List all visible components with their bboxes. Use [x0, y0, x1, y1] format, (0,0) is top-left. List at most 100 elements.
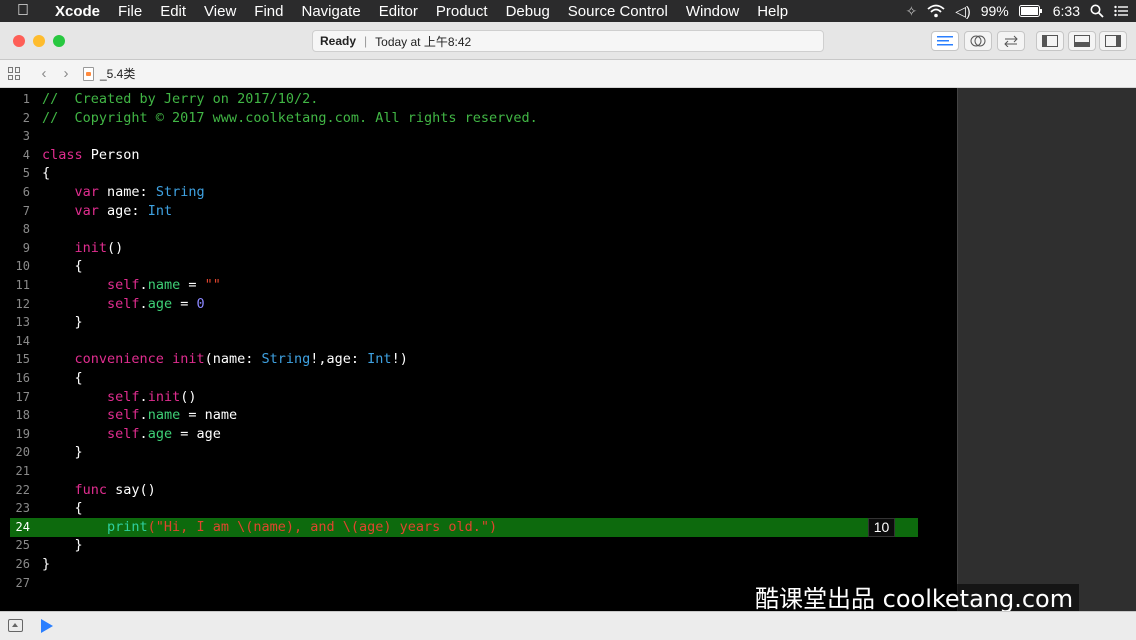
code-line[interactable]: 3: [0, 127, 957, 146]
code-line[interactable]: 15 convenience init(name: String!,age: I…: [0, 350, 957, 369]
code-text: convenience init(name: String!,age: Int!…: [42, 350, 408, 369]
close-window-button[interactable]: [13, 35, 25, 47]
code-line[interactable]: 16 {: [0, 369, 957, 388]
back-chevron-icon[interactable]: ‹: [33, 65, 55, 82]
menu-debug[interactable]: Debug: [497, 3, 559, 20]
code-text: class Person: [42, 146, 140, 165]
code-token: Int: [367, 351, 392, 368]
line-number: 21: [15, 464, 30, 478]
battery-icon[interactable]: [1018, 5, 1043, 17]
build-timestamp: Today at 上午8:42: [375, 34, 472, 49]
menu-file[interactable]: File: [109, 3, 151, 20]
menubar:  Xcode File Edit View Find Navigate Edi…: [0, 0, 1136, 22]
forward-chevron-icon[interactable]: ›: [55, 65, 77, 82]
code-line[interactable]: 1 // Created by Jerry on 2017/10/2.: [0, 90, 957, 109]
menu-navigate[interactable]: Navigate: [292, 3, 369, 20]
breadcrumb-file[interactable]: _5.4类: [83, 65, 135, 82]
code-line[interactable]: 22 func say(): [0, 481, 957, 500]
menu-product[interactable]: Product: [427, 3, 497, 20]
code-line[interactable]: 4 class Person: [0, 146, 957, 165]
code-line[interactable]: 21: [0, 462, 957, 481]
hide-debug-area-icon[interactable]: [8, 619, 23, 632]
swift-file-icon: [83, 66, 94, 81]
menu-source-control[interactable]: Source Control: [559, 3, 677, 20]
wifi-icon[interactable]: [927, 4, 945, 18]
line-number: 15: [15, 352, 30, 367]
spotlight-search-icon[interactable]: [1090, 4, 1104, 18]
code-line[interactable]: 18 self.name = name: [0, 406, 957, 425]
clock[interactable]: 6:33: [1053, 3, 1080, 19]
code-line[interactable]: 26}: [0, 555, 957, 574]
standard-editor-button[interactable]: [931, 31, 959, 51]
run-playground-icon[interactable]: [41, 619, 53, 633]
standard-editor-icon: [937, 36, 953, 46]
code-token: (name:: [204, 351, 262, 368]
code-line[interactable]: 6 var name: String: [0, 183, 957, 202]
code-line[interactable]: 8: [0, 220, 957, 239]
code-line[interactable]: 9 init(): [0, 239, 957, 258]
code-token: =: [180, 277, 205, 293]
battery-percent: 99%: [980, 3, 1009, 19]
code-token: var: [74, 202, 99, 219]
assistant-editor-button[interactable]: [964, 31, 992, 51]
code-line[interactable]: 20 }: [0, 443, 957, 462]
menu-edit[interactable]: Edit: [151, 3, 195, 20]
menu-editor[interactable]: Editor: [370, 3, 427, 20]
code-line[interactable]: 7 var age: Int: [0, 202, 957, 221]
code-token: "": [204, 277, 221, 293]
code-text: self.init(): [42, 388, 196, 407]
jump-bar: ‹ › _5.4类: [0, 60, 1136, 88]
menu-window[interactable]: Window: [677, 3, 748, 20]
code-text: self.age = 0: [42, 295, 205, 314]
navigator-toggle-button[interactable]: [1036, 31, 1064, 51]
code-line[interactable]: 14: [0, 332, 957, 351]
code-editor[interactable]: 1 // Created by Jerry on 2017/10/2. 2 // Co…: [0, 88, 957, 611]
debug-area-toggle-button[interactable]: [1068, 31, 1096, 51]
code-line[interactable]: 17 self.init(): [0, 388, 957, 407]
code-line[interactable]: 24 print("Hi, I am \(name), and \(age) y…: [0, 517, 957, 537]
minimap-area[interactable]: [957, 88, 1136, 611]
code-line[interactable]: 12 self.age = 0: [0, 295, 957, 314]
result-badge[interactable]: 10: [868, 517, 895, 537]
apple-menu-icon[interactable]: : [0, 2, 46, 20]
code-token: class: [42, 146, 83, 163]
code-token: age:: [98, 202, 148, 219]
code-line[interactable]: 13 }: [0, 313, 957, 332]
code-line[interactable]: 25 }: [0, 536, 957, 555]
minimize-window-button[interactable]: [33, 35, 45, 47]
line-number: 13: [15, 315, 30, 330]
menu-find[interactable]: Find: [245, 3, 292, 20]
line-number: 17: [15, 389, 30, 404]
line-number: 4: [22, 147, 30, 162]
line-number: 10: [15, 259, 30, 274]
zoom-window-button[interactable]: [53, 35, 65, 47]
menu-help[interactable]: Help: [748, 3, 797, 20]
code-line[interactable]: 19 self.age = age: [0, 425, 957, 444]
code-token: }: [42, 314, 83, 331]
menu-view[interactable]: View: [195, 3, 245, 20]
code-text: }: [42, 555, 50, 574]
volume-icon[interactable]: ◁): [955, 3, 970, 20]
code-token: .: [139, 388, 148, 405]
code-line[interactable]: 10 {: [0, 257, 957, 276]
version-editor-button[interactable]: [997, 31, 1025, 51]
notification-center-icon[interactable]: [1114, 5, 1128, 17]
menu-app[interactable]: Xcode: [46, 3, 109, 20]
code-line[interactable]: 11 self.name = "": [0, 276, 957, 295]
utilities-toggle-button[interactable]: [1099, 31, 1127, 51]
related-items-grid-icon[interactable]: [8, 67, 21, 80]
code-line[interactable]: 23 {: [0, 499, 957, 518]
code-text: self.name = "": [42, 276, 221, 295]
code-line[interactable]: 2 // Copyright © 2017 www.coolketang.com.…: [0, 109, 957, 128]
bluetooth-icon[interactable]: ✧: [906, 3, 918, 20]
code-line[interactable]: 5{: [0, 164, 957, 183]
code-token: ("Hi, I am \(name), and \(age) years old…: [147, 518, 498, 535]
line-number: 5: [22, 166, 30, 181]
